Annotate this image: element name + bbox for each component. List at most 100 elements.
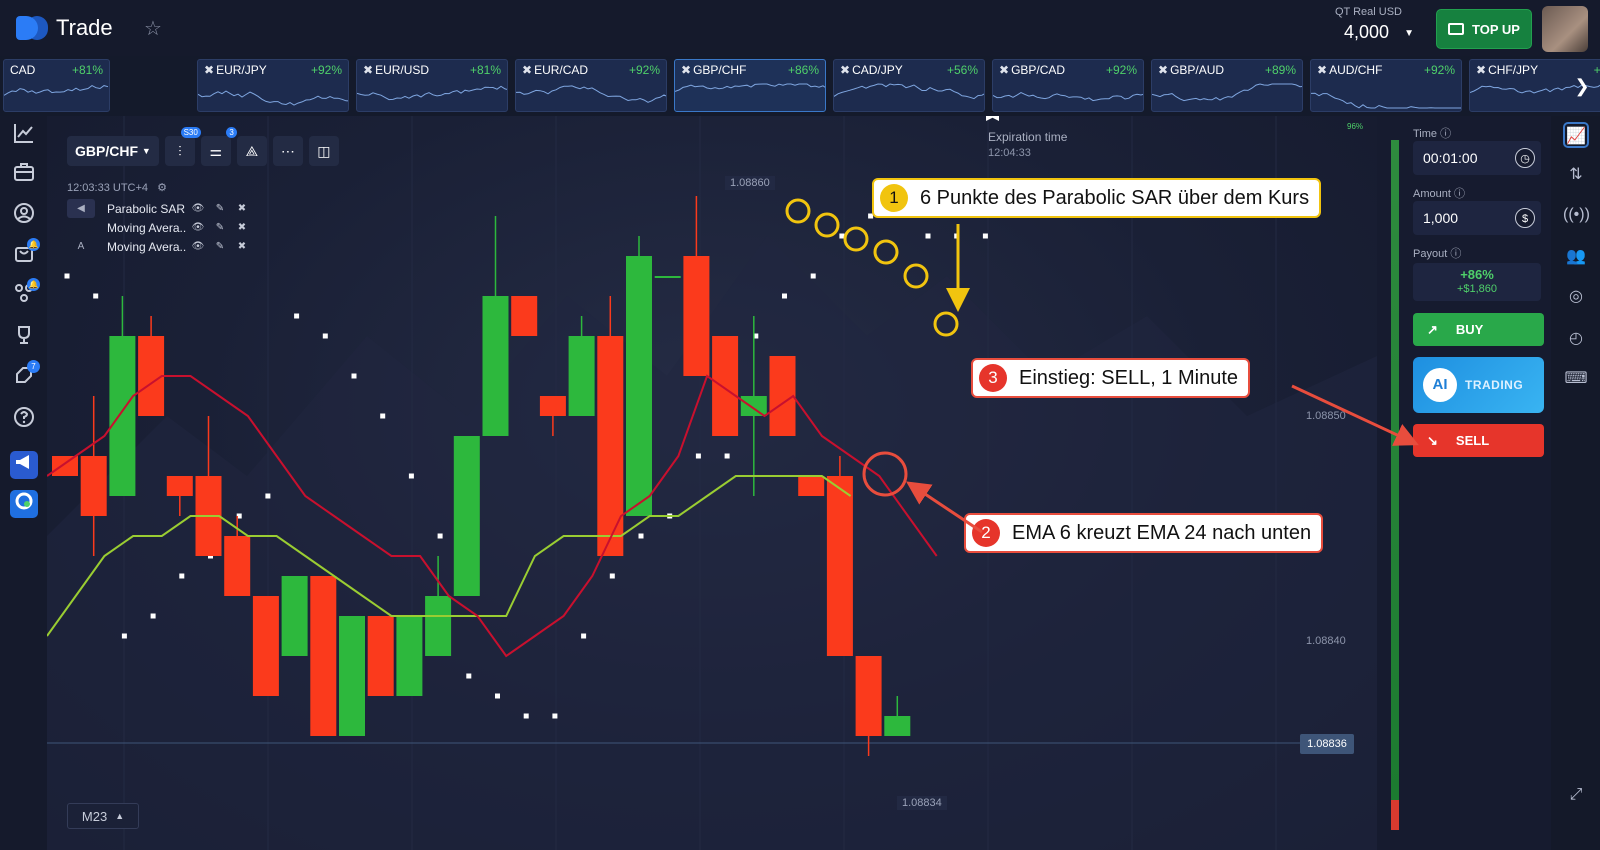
- candles-icon: ⫶: [178, 142, 182, 159]
- users-icon[interactable]: 👥: [1563, 244, 1589, 270]
- avatar[interactable]: [1542, 6, 1588, 52]
- briefcase-icon[interactable]: [10, 161, 38, 189]
- asset-tab[interactable]: ✖ EUR/CAD +92%: [515, 59, 667, 112]
- fullscreen-icon[interactable]: ⤢: [1563, 782, 1589, 808]
- profile-icon[interactable]: [10, 202, 38, 230]
- candle-body: [281, 576, 308, 656]
- megaphone-icon[interactable]: [10, 451, 38, 479]
- sparkline: [993, 92, 1143, 102]
- signal-broadcast-icon[interactable]: ((•)): [1563, 202, 1590, 228]
- edit-icon[interactable]: ✎: [209, 203, 231, 214]
- asset-tab[interactable]: ✖ GBP/CHF +86%: [674, 59, 826, 112]
- close-tab-icon[interactable]: ✖: [1158, 63, 1168, 77]
- ai-trading-button[interactable]: AI TRADING: [1413, 357, 1544, 413]
- layout-button[interactable]: ◫: [308, 136, 339, 166]
- asset-tab[interactable]: ✖ AUD/CHF +92%: [1310, 59, 1462, 112]
- amount-label: Amount ⓘ: [1413, 188, 1465, 200]
- pair-selector[interactable]: GBP/CHF ▼: [67, 136, 159, 166]
- info-icon: ⓘ: [1453, 188, 1465, 200]
- candle-body: [166, 476, 193, 496]
- asset-tab[interactable]: ✖ CAD/JPY +56%: [833, 59, 985, 112]
- close-tab-icon[interactable]: ✖: [681, 63, 691, 77]
- asset-tab[interactable]: ✖ GBP/CAD +92%: [992, 59, 1144, 112]
- clock-icon[interactable]: ◷: [1515, 148, 1535, 168]
- psar-dot: [495, 693, 500, 699]
- close-tab-icon[interactable]: ✖: [204, 63, 214, 77]
- close-icon[interactable]: ✖: [231, 203, 253, 214]
- edit-icon[interactable]: ✎: [209, 241, 231, 252]
- close-tab-icon[interactable]: ✖: [999, 63, 1009, 77]
- sparkline: [357, 85, 507, 101]
- price-level-label: 1.08840: [1306, 635, 1346, 647]
- ai-trading-label: TRADING: [1465, 378, 1524, 392]
- trophy-icon[interactable]: [10, 324, 38, 352]
- close-tab-icon[interactable]: ✖: [1476, 63, 1486, 77]
- close-tab-icon[interactable]: ✖: [363, 63, 373, 77]
- candle-body: [252, 596, 279, 696]
- collapse-icon[interactable]: ◀: [67, 199, 95, 218]
- close-icon[interactable]: ✖: [231, 241, 253, 252]
- favorite-star-icon[interactable]: ☆: [144, 16, 162, 41]
- psar-dot: [351, 373, 357, 379]
- dollar-icon[interactable]: $: [1515, 208, 1535, 228]
- chart-icon[interactable]: [10, 122, 38, 150]
- account-selector[interactable]: QT Real USD 4,000 ▼: [1330, 6, 1418, 43]
- scroll-right-arrow-icon[interactable]: ❯: [1566, 72, 1598, 100]
- callout-number: 2: [972, 519, 1000, 547]
- gear-icon[interactable]: ⚙: [157, 182, 167, 194]
- trades-chart-icon[interactable]: 📈: [1563, 122, 1589, 148]
- psar-dot: [64, 273, 70, 279]
- eye-icon[interactable]: 👁: [187, 222, 209, 233]
- time-field[interactable]: 00:01:00 ◷: [1413, 141, 1541, 175]
- close-icon[interactable]: ✖: [231, 222, 253, 233]
- current-price-label: 1.08836: [1300, 734, 1354, 754]
- indicator-row[interactable]: ◀ Parabolic SAR ... 👁 ✎ ✖: [67, 199, 253, 218]
- eye-icon[interactable]: 👁: [187, 241, 209, 252]
- candle-body: [855, 656, 882, 736]
- candle-body: [798, 476, 825, 496]
- drawings-button[interactable]: ⚌ 3: [200, 127, 237, 166]
- logo-icon: [16, 14, 50, 42]
- target-icon[interactable]: ◎: [1563, 284, 1589, 310]
- sparkline-line: [198, 90, 348, 106]
- psar-dot: [294, 313, 300, 319]
- indicator-name: Moving Avera...: [107, 220, 187, 235]
- top-up-button[interactable]: TOP UP: [1436, 9, 1532, 49]
- keyboard-icon[interactable]: ⌨: [1563, 366, 1589, 392]
- history-icon[interactable]: ◴: [1563, 326, 1589, 352]
- cart-icon[interactable]: 🔔: [10, 238, 40, 270]
- help-icon[interactable]: [10, 406, 38, 434]
- asset-tab[interactable]: ✖ GBP/AUD +89%: [1151, 59, 1303, 112]
- app-badge-icon[interactable]: [10, 490, 38, 518]
- asset-tab[interactable]: ✖ EUR/JPY +92%: [197, 59, 349, 112]
- draw-tool-button[interactable]: ⟁: [236, 136, 267, 166]
- amount-field[interactable]: 1,000 $: [1413, 201, 1541, 235]
- eye-icon[interactable]: 👁: [187, 203, 209, 214]
- indicator-row[interactable]: Moving Avera... 👁 ✎ ✖: [67, 218, 253, 237]
- compass-icon: ⟁: [245, 142, 259, 159]
- candle-body: [52, 456, 78, 476]
- buy-button[interactable]: ↗ BUY: [1413, 313, 1544, 346]
- social-icon[interactable]: 7: [10, 360, 40, 392]
- sell-button[interactable]: ↘ SELL: [1413, 424, 1544, 457]
- close-tab-icon[interactable]: ✖: [522, 63, 532, 77]
- count-badge: 7: [27, 360, 40, 373]
- payout-value: +$1,860: [1456, 283, 1498, 295]
- price-chart[interactable]: 96% Expiration time 12:04:33 1.08860 1.0…: [47, 116, 1377, 850]
- top-bar: Trade ☆ QT Real USD 4,000 ▼ TOP UP: [0, 0, 1600, 56]
- signals-icon[interactable]: 🔔: [10, 278, 40, 310]
- timeframe-selector[interactable]: M23 ▲: [67, 803, 139, 829]
- sort-arrows-icon[interactable]: ⇅: [1563, 162, 1589, 188]
- more-button[interactable]: ⋯: [272, 136, 303, 166]
- close-tab-icon[interactable]: ✖: [1317, 63, 1327, 77]
- time-value: 00:01:00: [1423, 150, 1478, 166]
- indicators-button[interactable]: ⫶ S30: [164, 127, 201, 166]
- edit-icon[interactable]: ✎: [209, 222, 231, 233]
- text-tool-icon[interactable]: A: [67, 237, 95, 256]
- asset-tab[interactable]: CAD +81%: [3, 59, 110, 112]
- sparkline-line: [4, 85, 109, 96]
- indicator-row[interactable]: A Moving Avera... 👁 ✎ ✖: [67, 237, 253, 256]
- close-tab-icon[interactable]: ✖: [840, 63, 850, 77]
- asset-tab[interactable]: ✖ EUR/USD +81%: [356, 59, 508, 112]
- app-logo[interactable]: Trade: [16, 14, 113, 42]
